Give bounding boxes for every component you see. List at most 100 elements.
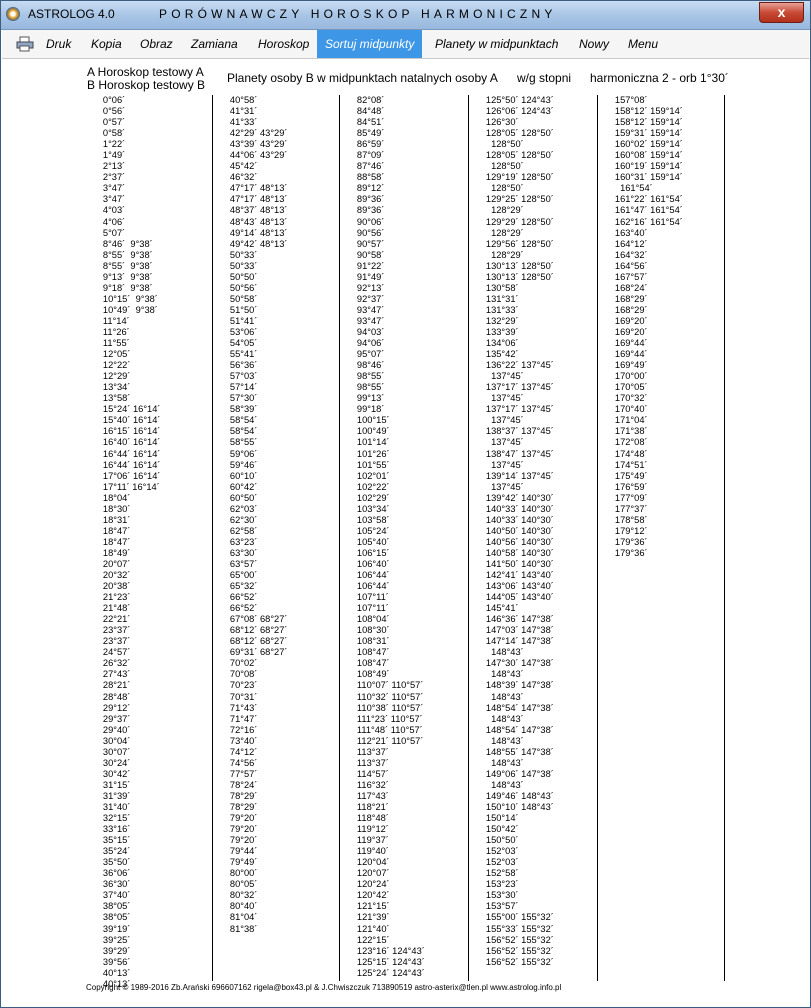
- midpoint-row: 148°54´ 147°38´: [473, 724, 554, 735]
- menu-item-menu[interactable]: Menu: [620, 30, 666, 58]
- midpoint-row: 68°12´ 68°27´: [217, 636, 288, 647]
- midpoint-row: 161°47´ 161°54´: [602, 205, 683, 216]
- midpoint-row: 18°30´: [90, 503, 131, 514]
- midpoint-row: 87°46´: [344, 161, 385, 172]
- midpoint-row: 164°56´: [602, 260, 648, 271]
- midpoint-row: 98°55´: [344, 382, 385, 393]
- midpoint-row: 79°20´: [217, 835, 258, 846]
- midpoint-row: 58°54´: [217, 426, 258, 437]
- midpoint-row: 80°00´: [217, 868, 258, 879]
- midpoint-row: 21°23´: [90, 592, 131, 603]
- midpoint-row: 169°44´: [602, 338, 648, 349]
- midpoint-row: 164°32´: [602, 249, 648, 260]
- printer-icon[interactable]: [16, 36, 34, 52]
- menu-item-sortuj-midpunkty[interactable]: Sortuj midpunkty: [317, 30, 423, 58]
- midpoint-row: 1°22´: [90, 139, 126, 150]
- midpoint-row: 31°15´: [90, 779, 131, 790]
- midpoint-row: 3°47´: [90, 183, 126, 194]
- midpoint-row: 84°48´: [344, 106, 385, 117]
- midpoint-row: 31°39´: [90, 790, 131, 801]
- menu-item-planety-w-midpunktach[interactable]: Planety w midpunktach: [427, 30, 566, 58]
- midpoint-row: 18°49´: [90, 547, 131, 558]
- midpoint-row: 161°22´ 161°54´: [602, 194, 683, 205]
- midpoint-row: 148°54´ 147°38´: [473, 702, 554, 713]
- midpoint-row: 131°33´: [473, 304, 519, 315]
- midpoint-row: 30°42´: [90, 768, 131, 779]
- midpoint-row: 10°49´ 9°38´: [90, 304, 158, 315]
- midpoint-row: 140°56´ 140°30´: [473, 536, 554, 547]
- chart-a-label: A Horoskop testowy A: [87, 65, 204, 79]
- midpoint-row: 78°29´: [217, 802, 258, 812]
- menu-item-kopia[interactable]: Kopia: [83, 30, 130, 58]
- astrolog-app-icon: [6, 7, 20, 21]
- title-bar[interactable]: ASTROLOG 4.0 PORÓWNAWCZY HOROSKOP HARMON…: [1, 1, 810, 30]
- midpoint-row: 141°50´ 140°30´: [473, 558, 554, 569]
- midpoint-row: 48°43´ 48°13´: [217, 216, 288, 227]
- midpoint-row: 62°58´: [217, 525, 258, 536]
- midpoint-row: 150°10´ 148°43´: [473, 802, 554, 812]
- midpoint-row: 136°22´ 137°45´: [473, 360, 554, 371]
- midpoint-row: 84°51´: [344, 117, 385, 128]
- midpoint-row: 89°36´: [344, 205, 385, 216]
- midpoint-row: 9°13´ 9°38´: [90, 271, 153, 282]
- close-button[interactable]: x: [759, 2, 804, 23]
- report-description: Planety osoby B w midpunktach natalnych …: [227, 71, 498, 85]
- menu-item-horoskop[interactable]: Horoskop: [250, 30, 317, 58]
- menu-item-druk[interactable]: Druk: [38, 30, 79, 58]
- midpoint-row: 58°39´: [217, 404, 258, 415]
- midpoint-row: 69°31´ 68°27´: [217, 647, 288, 658]
- midpoint-row: 65°00´: [217, 570, 258, 581]
- menu-item-zamiana[interactable]: Zamiana: [183, 30, 246, 58]
- midpoint-row: 135°42´: [473, 349, 519, 360]
- midpoint-row: 155°33´ 155°32´: [473, 923, 554, 934]
- midpoint-row: 169°20´: [602, 315, 648, 326]
- midpoint-row: 50°58´: [217, 293, 258, 304]
- midpoint-row: 0°58´: [90, 128, 126, 139]
- menu-item-nowy[interactable]: Nowy: [571, 30, 617, 58]
- midpoint-row: 60°50´: [217, 492, 258, 503]
- midpoint-row: 0°56´: [90, 106, 126, 117]
- midpoint-row: 116°32´: [344, 779, 389, 790]
- app-window: ASTROLOG 4.0 PORÓWNAWCZY HOROSKOP HARMON…: [0, 0, 811, 1008]
- midpoint-row: 152°03´: [473, 857, 519, 868]
- midpoint-row: 131°31´: [473, 293, 519, 304]
- midpoint-row: 156°52´ 155°32´: [473, 956, 554, 967]
- midpoint-row: 78°29´: [217, 790, 258, 801]
- midpoint-row: 121°15´: [344, 901, 390, 912]
- midpoint-row: 153°23´: [473, 879, 519, 890]
- midpoint-row: 99°18´: [344, 404, 385, 415]
- midpoint-row: 101°14´: [344, 437, 390, 448]
- midpoint-row: 101°55´: [344, 459, 390, 470]
- midpoint-row: 117°43´: [344, 790, 389, 801]
- menu-bar: Druk Kopia Obraz Zamiana Horoskop Sortuj…: [2, 30, 809, 59]
- midpoint-row: 50°33´: [217, 249, 258, 260]
- midpoint-row: 20°38´: [90, 581, 131, 592]
- midpoint-row: 148°43´: [473, 757, 524, 768]
- midpoint-row: 148°43´: [473, 735, 524, 746]
- midpoint-row: 155°00´ 155°32´: [473, 912, 554, 923]
- midpoint-row: 149°46´ 148°43´: [473, 790, 554, 801]
- midpoint-row: 15°40´ 16°14´: [90, 415, 161, 426]
- midpoint-row: 120°24´: [344, 879, 390, 890]
- menu-item-obraz[interactable]: Obraz: [132, 30, 181, 58]
- midpoint-row: 60°42´: [217, 481, 258, 492]
- midpoint-row: 11°55´: [90, 338, 130, 349]
- midpoint-row: 28°48´: [90, 691, 131, 702]
- midpoint-row: 51°50´: [217, 304, 258, 315]
- midpoint-row: 49°42´ 48°13´: [217, 238, 288, 249]
- midpoint-row: 20°32´: [90, 570, 131, 581]
- midpoint-row: 74°56´: [217, 757, 258, 768]
- midpoint-row: 148°43´: [473, 779, 524, 790]
- sort-order: w/g stopni: [517, 71, 572, 85]
- midpoint-row: 100°15´: [344, 415, 390, 426]
- midpoint-row: 120°42´: [344, 890, 390, 901]
- midpoint-row: 32°15´: [90, 813, 131, 824]
- midpoint-row: 107°11´: [344, 592, 389, 603]
- midpoint-row: 160°31´ 159°14´: [602, 172, 683, 183]
- midpoint-row: 13°34´: [90, 382, 131, 393]
- midpoint-row: 108°47´: [344, 647, 390, 658]
- midpoint-row: 47°17´ 48°13´: [217, 194, 288, 205]
- midpoint-row: 53°06´: [217, 326, 258, 337]
- midpoint-row: 79°49´: [217, 857, 258, 868]
- midpoint-row: 66°52´: [217, 603, 258, 614]
